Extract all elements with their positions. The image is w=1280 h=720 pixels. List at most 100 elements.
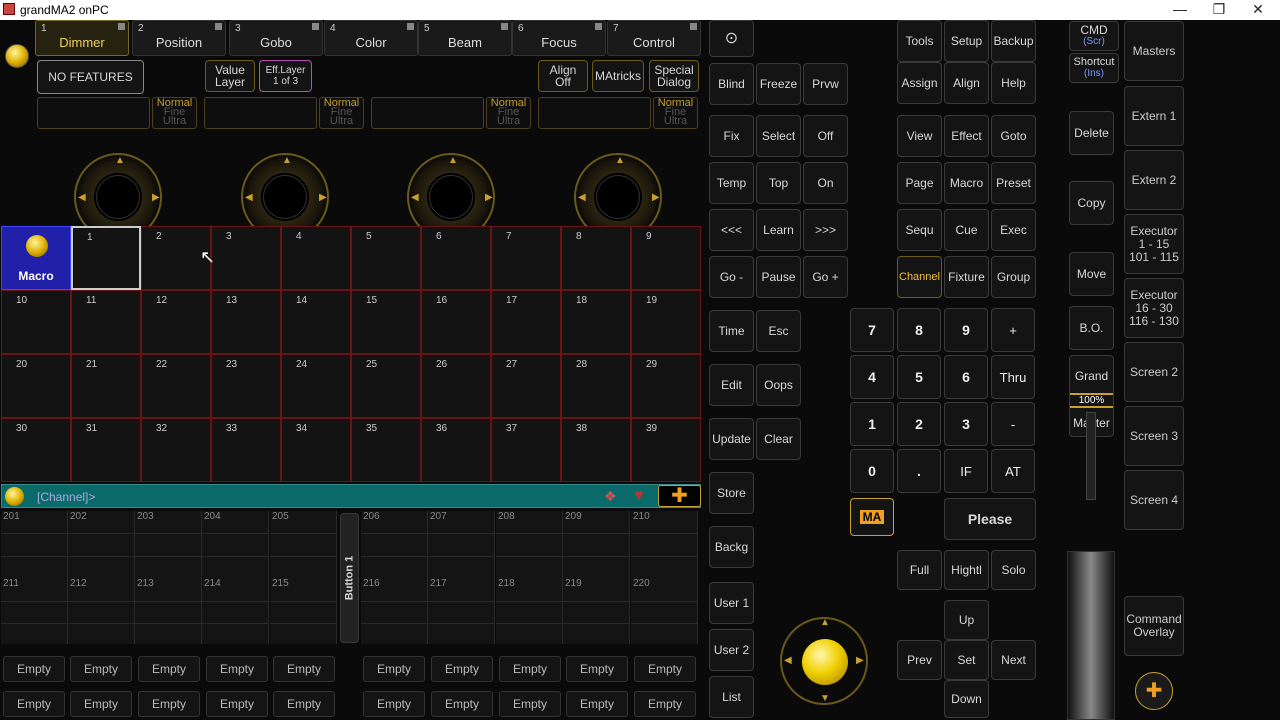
add-icon[interactable]: ✚ — [658, 485, 701, 507]
encoder-toggle-button[interactable]: ⊙ — [709, 20, 754, 57]
key-top[interactable]: Top — [756, 162, 801, 204]
tab-gobo[interactable]: 3 Gobo — [229, 20, 323, 56]
key-assign[interactable]: Assign — [897, 62, 942, 104]
key--[interactable]: <<< — [709, 209, 754, 251]
key-full[interactable]: Full — [897, 550, 942, 590]
key-fixture[interactable]: Fixture — [944, 256, 989, 298]
command-ball-icon[interactable] — [5, 487, 24, 506]
macro-pool-cell[interactable]: 8 — [561, 226, 631, 290]
special-dialog-button[interactable]: Special Dialog — [649, 60, 699, 92]
keypad-thru[interactable]: Thru — [991, 355, 1035, 399]
executor-fader[interactable]: 203 213 — [135, 511, 202, 644]
macro-pool-cell[interactable]: 23 — [211, 354, 281, 418]
view-button-4[interactable]: Executor 1 - 15 101 - 115 — [1124, 214, 1184, 274]
executor-fader[interactable]: 206 216 — [361, 511, 428, 644]
macro-pool-cell[interactable]: 12 — [141, 290, 211, 354]
macro-pool-cell[interactable]: 19 — [631, 290, 701, 354]
macro-pool-cell[interactable]: 10 — [1, 290, 71, 354]
ma-key[interactable]: MA — [850, 498, 894, 536]
executor-fader[interactable]: 209 219 — [563, 511, 630, 644]
grand-master-fader-track[interactable] — [1086, 412, 1096, 500]
heart-icon[interactable]: ♥ — [634, 487, 644, 505]
keypad-6[interactable]: 6 — [944, 355, 988, 399]
encoder-mode[interactable]: Normal Fine Ultra — [152, 97, 197, 129]
key-down[interactable]: Down — [944, 680, 989, 718]
macro-pool-cell[interactable]: 38 — [561, 418, 631, 482]
encoder-mode[interactable]: Normal Fine Ultra — [653, 97, 698, 129]
macro-pool-cell[interactable]: 16 — [421, 290, 491, 354]
key-temp[interactable]: Temp — [709, 162, 754, 204]
executor-empty-button[interactable]: Empty — [499, 691, 561, 717]
move-button[interactable]: Move — [1069, 252, 1114, 296]
key-prev[interactable]: Prev — [897, 640, 942, 680]
value-layer-button[interactable]: Value Layer — [205, 60, 255, 92]
view-button-3[interactable]: Extern 2 — [1124, 150, 1184, 210]
key-preset[interactable]: Preset — [991, 162, 1036, 204]
macro-pool-cell[interactable]: 28 — [561, 354, 631, 418]
view-button-6[interactable]: Screen 2 — [1124, 342, 1184, 402]
macro-pool-cell[interactable]: 15 — [351, 290, 421, 354]
keypad-2[interactable]: 2 — [897, 402, 941, 446]
macro-pool-cell[interactable]: 24 — [281, 354, 351, 418]
executor-empty-button[interactable]: Empty — [363, 656, 425, 682]
restore-icon[interactable]: ❐ — [1209, 1, 1229, 18]
executor-empty-button[interactable]: Empty — [273, 656, 335, 682]
executor-fader[interactable]: 204 214 — [202, 511, 269, 644]
key-off[interactable]: Off — [803, 115, 848, 157]
macro-pool-cell[interactable]: 37 — [491, 418, 561, 482]
executor-empty-button[interactable]: Empty — [431, 691, 493, 717]
executor-empty-button[interactable]: Empty — [363, 691, 425, 717]
fixture-sheet-icon[interactable]: ❖ — [604, 488, 617, 505]
macro-pool-cell[interactable]: 13 — [211, 290, 281, 354]
view-button-2[interactable]: Extern 1 — [1124, 86, 1184, 146]
key-go-[interactable]: Go - — [709, 256, 754, 298]
executor-empty-button[interactable]: Empty — [206, 656, 268, 682]
ma-ball-icon[interactable] — [5, 44, 29, 68]
executor-fader[interactable]: 208 218 — [496, 511, 563, 644]
macro-pool-cell[interactable]: 33 — [211, 418, 281, 482]
tab-position[interactable]: 2 Position — [132, 20, 226, 56]
encoder-knob[interactable] — [263, 175, 307, 219]
key-go-[interactable]: Go + — [803, 256, 848, 298]
macro-pool-cell[interactable]: 22 — [141, 354, 211, 418]
key-backup[interactable]: Backup — [991, 20, 1036, 62]
level-fader[interactable] — [1067, 551, 1115, 720]
encoder-knob[interactable] — [96, 175, 140, 219]
key-clear[interactable]: Clear — [756, 418, 801, 460]
keypad-3[interactable]: 3 — [944, 402, 988, 446]
key-effect[interactable]: Effect — [944, 115, 989, 157]
executor-empty-button[interactable]: Empty — [3, 656, 65, 682]
key-fix[interactable]: Fix — [709, 115, 754, 157]
executor-empty-button[interactable]: Empty — [138, 691, 200, 717]
key-select[interactable]: Select — [756, 115, 801, 157]
macro-pool-cell[interactable]: 35 — [351, 418, 421, 482]
key-help[interactable]: Help — [991, 62, 1036, 104]
wheel-knob[interactable] — [802, 639, 848, 685]
keypad-7[interactable]: 7 — [850, 308, 894, 352]
executor-empty-button[interactable]: Empty — [499, 656, 561, 682]
close-icon[interactable]: ✕ — [1248, 1, 1268, 18]
key-prvw[interactable]: Prvw — [803, 63, 848, 105]
executor-fader[interactable]: 202 212 — [68, 511, 135, 644]
eff-layer-button[interactable]: Eff.Layer 1 of 3 — [259, 60, 312, 92]
key-blind[interactable]: Blind — [709, 63, 754, 105]
macro-pool-cell[interactable]: 11 — [71, 290, 141, 354]
key--[interactable]: >>> — [803, 209, 848, 251]
view-button-1[interactable]: Masters — [1124, 21, 1184, 81]
macro-pool-cell[interactable]: 20 — [1, 354, 71, 418]
align-off-button[interactable]: Align Off — [538, 60, 588, 92]
executor-empty-button[interactable]: Empty — [634, 691, 696, 717]
macro-pool-cell[interactable]: 27 — [491, 354, 561, 418]
key-on[interactable]: On — [803, 162, 848, 204]
executor-empty-button[interactable]: Empty — [70, 656, 132, 682]
executor-empty-button[interactable]: Empty — [431, 656, 493, 682]
matricks-button[interactable]: MAtricks — [592, 60, 644, 92]
key-next[interactable]: Next — [991, 640, 1036, 680]
view-button-8[interactable]: Screen 4 — [1124, 470, 1184, 530]
keypad-0[interactable]: 0 — [850, 449, 894, 493]
macro-pool-cell[interactable]: 21 — [71, 354, 141, 418]
executor-empty-button[interactable]: Empty — [566, 656, 628, 682]
key-backg[interactable]: Backg — [709, 526, 754, 568]
key-setup[interactable]: Setup — [944, 20, 989, 62]
key-time[interactable]: Time — [709, 310, 754, 352]
